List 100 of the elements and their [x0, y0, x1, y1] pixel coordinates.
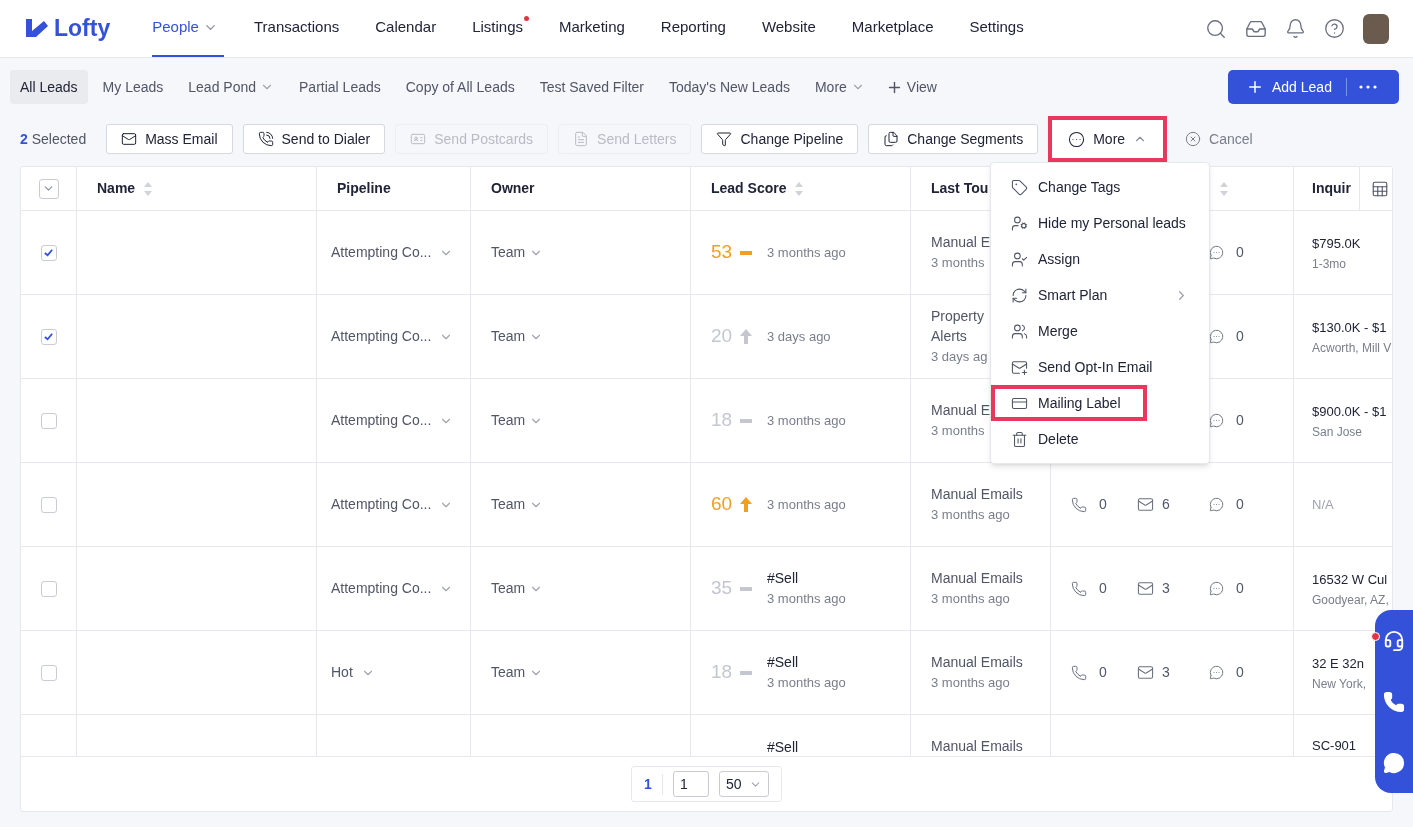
add-lead-button[interactable]: Add Lead: [1228, 70, 1346, 104]
row-checkbox[interactable]: [40, 496, 57, 513]
person-check-icon: [1011, 250, 1028, 268]
inquiry-price: $900.0K - $1: [1312, 402, 1387, 421]
nav-item[interactable]: Settings: [969, 0, 1030, 57]
last-touch-type: Manual Emails: [931, 568, 1023, 588]
menu-item[interactable]: Mailing Label: [991, 385, 1147, 421]
page-number[interactable]: 1: [644, 773, 663, 795]
menu-item[interactable]: Send Opt-In Email: [991, 349, 1209, 385]
checkmark-icon: [43, 247, 54, 258]
chat-icon[interactable]: [1383, 751, 1405, 774]
view-tab[interactable]: All Leads: [10, 70, 88, 104]
search-icon[interactable]: [1205, 17, 1227, 40]
row-checkbox[interactable]: [40, 664, 57, 681]
view-tab[interactable]: Lead Pond: [178, 70, 285, 104]
view-tab[interactable]: Test Saved Filter: [529, 70, 654, 104]
owner-dropdown[interactable]: Team: [491, 662, 544, 683]
menu-item[interactable]: Change Tags: [991, 169, 1209, 205]
chat-count: 0: [1236, 495, 1244, 514]
phone-icon: [1071, 580, 1087, 597]
nav-item[interactable]: Reporting: [660, 0, 732, 57]
score-time: 3 months ago: [767, 674, 846, 693]
owner-dropdown[interactable]: Team: [491, 494, 544, 515]
chat-icon: [1209, 329, 1224, 344]
add-view-button[interactable]: View: [879, 76, 943, 98]
owner-dropdown[interactable]: Team: [491, 410, 544, 431]
chat-count: 0: [1236, 243, 1244, 262]
score-time: 3 months ago: [767, 495, 846, 514]
column-settings-icon[interactable]: [1370, 179, 1389, 198]
nav-item[interactable]: Marketplace: [851, 0, 940, 57]
last-touch-type: Property: [931, 306, 984, 326]
nav-item[interactable]: Calendar: [375, 0, 443, 57]
bulk-action-button[interactable]: Change Pipeline: [701, 124, 859, 154]
files-icon: [883, 131, 900, 147]
column-header: Owner: [491, 179, 535, 198]
view-tab[interactable]: Copy of All Leads: [395, 70, 525, 104]
column-header: Name: [97, 179, 136, 198]
call-count: 0: [1099, 663, 1107, 682]
view-tab[interactable]: More: [804, 70, 875, 104]
chat-count: 0: [1236, 579, 1244, 598]
nav-item[interactable]: Website: [761, 0, 822, 57]
nav-item[interactable]: Marketing: [559, 0, 631, 57]
plus-icon: [1246, 78, 1264, 96]
lead-score: 35: [711, 576, 733, 601]
menu-item[interactable]: Smart Plan: [991, 277, 1209, 313]
people-icon: [1011, 322, 1028, 340]
cycle-icon: [1011, 286, 1028, 304]
column-header: Pipeline: [337, 179, 391, 198]
menu-item[interactable]: Delete: [991, 421, 1209, 457]
menu-item[interactable]: Hide my Personal leads: [991, 205, 1209, 241]
nav-item[interactable]: Transactions: [253, 0, 346, 57]
menu-item[interactable]: Assign: [991, 241, 1209, 277]
owner-dropdown[interactable]: Team: [491, 242, 544, 263]
score-time: 3 months ago: [767, 243, 846, 262]
nav-item[interactable]: People: [152, 0, 224, 57]
mail-icon: [1137, 580, 1154, 597]
more-button[interactable]: More: [1048, 116, 1168, 162]
view-tab[interactable]: Today's New Leads: [659, 70, 800, 104]
row-checkbox[interactable]: [40, 244, 57, 261]
pipeline-dropdown[interactable]: Attempting Co...: [331, 494, 454, 515]
checkmark-icon: [43, 331, 54, 342]
chat-count: 0: [1236, 327, 1244, 346]
inquiry-location: New York,: [1312, 675, 1367, 693]
bulk-action-button[interactable]: Send to Dialer: [242, 124, 386, 154]
brand-name: Lofty: [54, 14, 111, 44]
last-touch-time: 3 months ago: [931, 673, 1010, 692]
menu-item[interactable]: Merge: [991, 313, 1209, 349]
notifications-icon[interactable]: [1285, 18, 1306, 39]
column-header: Inquir: [1312, 179, 1351, 198]
pipeline-dropdown[interactable]: Attempting Co...: [331, 242, 454, 263]
lead-tag: #Sell: [767, 568, 799, 590]
page-size-select[interactable]: 50: [718, 771, 769, 797]
bulk-action-button[interactable]: Mass Email: [106, 124, 233, 154]
row-checkbox[interactable]: [40, 412, 57, 429]
help-icon[interactable]: [1324, 18, 1345, 39]
view-tab[interactable]: Partial Leads: [289, 70, 391, 104]
owner-dropdown[interactable]: Team: [491, 578, 544, 599]
cancel-button[interactable]: Cancel: [1185, 128, 1253, 150]
last-touch-type: Manual Emails: [931, 484, 1023, 504]
last-touch-time: 3 days ag: [931, 347, 988, 366]
row-checkbox[interactable]: [40, 580, 57, 597]
owner-dropdown[interactable]: Team: [491, 326, 544, 347]
row-checkbox[interactable]: [40, 328, 57, 345]
pipeline-dropdown[interactable]: Attempting Co...: [331, 410, 454, 431]
headset-icon[interactable]: [1383, 629, 1405, 652]
pipeline-dropdown[interactable]: Attempting Co...: [331, 578, 454, 599]
lead-tag: #Sell: [767, 652, 799, 674]
pipeline-dropdown[interactable]: Attempting Co...: [331, 326, 454, 347]
phone-icon[interactable]: [1383, 690, 1405, 713]
bulk-action-button[interactable]: Change Segments: [868, 124, 1039, 154]
view-tab[interactable]: My Leads: [92, 70, 174, 104]
page-input[interactable]: 1: [672, 771, 709, 797]
chat-icon: [1209, 413, 1224, 428]
card-icon: [410, 131, 427, 147]
phone-icon: [257, 131, 274, 147]
avatar[interactable]: [1363, 13, 1389, 44]
pipeline-dropdown[interactable]: Hot: [331, 662, 375, 683]
more-icon[interactable]: [1358, 85, 1377, 89]
nav-item[interactable]: Listings: [472, 0, 529, 57]
inquiry-location: 1-3mo: [1312, 255, 1346, 273]
